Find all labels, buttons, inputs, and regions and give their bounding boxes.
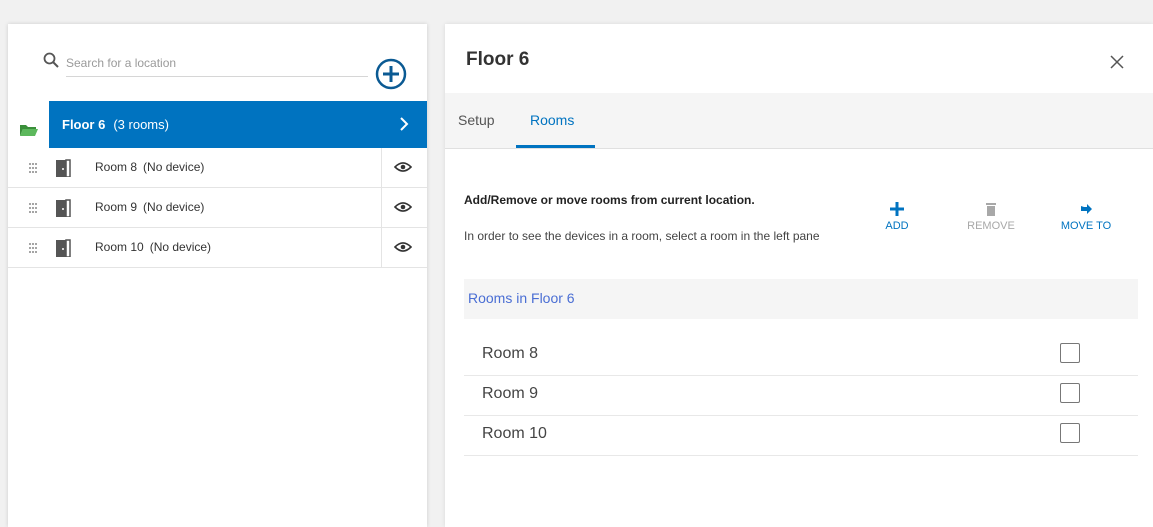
floor-name: Floor 6 xyxy=(62,117,106,132)
drag-handle-icon[interactable] xyxy=(28,202,38,214)
tab-bar: Setup Rooms xyxy=(445,93,1153,149)
floor-room-count: (3 rooms) xyxy=(113,117,169,132)
divider xyxy=(381,228,382,268)
drag-handle-icon[interactable] xyxy=(28,242,38,254)
plus-icon xyxy=(890,202,904,216)
tree-room-name: Room 8 xyxy=(95,160,138,174)
location-tree-panel: Floor 6 (3 rooms) Room 8 (No device) xyxy=(8,24,427,527)
search-row xyxy=(8,24,427,101)
trash-icon xyxy=(986,203,996,216)
move-room-button[interactable]: MOVE TO xyxy=(1051,202,1121,232)
tree-room-row[interactable]: Room 8 (No device) xyxy=(8,148,427,188)
section-help-text: In order to see the devices in a room, s… xyxy=(464,229,820,243)
table-row[interactable]: Room 9 xyxy=(464,376,1138,416)
active-tab-indicator xyxy=(516,145,595,148)
room-checkbox[interactable] xyxy=(1060,343,1080,363)
tree-room-name: Room 9 xyxy=(95,200,138,214)
room-name: Room 9 xyxy=(482,385,539,402)
tree-room-status: (No device) xyxy=(143,160,205,174)
close-icon[interactable] xyxy=(1110,55,1124,69)
panel-title: Floor 6 xyxy=(466,49,530,70)
door-icon xyxy=(56,199,71,217)
room-tree-list: Room 8 (No device) Room 9 (No device) Ro… xyxy=(8,148,427,268)
tree-room-label: Room 10 (No device) xyxy=(95,240,211,254)
room-name: Room 10 xyxy=(482,425,547,442)
tab-rooms[interactable]: Rooms xyxy=(530,112,574,128)
room-checkbox[interactable] xyxy=(1060,423,1080,443)
move-label: MOVE TO xyxy=(1060,220,1112,232)
location-detail-panel: Floor 6 Setup Rooms Add/Remove or move r… xyxy=(445,24,1153,527)
add-label: ADD xyxy=(885,220,909,232)
table-row[interactable]: Room 10 xyxy=(464,416,1138,456)
tree-room-status: (No device) xyxy=(149,240,212,254)
door-icon xyxy=(56,159,71,177)
table-row[interactable]: Room 8 xyxy=(464,336,1138,376)
tab-setup[interactable]: Setup xyxy=(458,112,495,128)
tree-room-status: (No device) xyxy=(143,200,205,214)
rooms-table-header: Rooms in Floor 6 xyxy=(464,279,1138,319)
divider xyxy=(381,188,382,228)
rooms-table: Room 8 Room 9 Room 10 xyxy=(464,336,1138,456)
remove-label: REMOVE xyxy=(967,220,1015,232)
search-input[interactable] xyxy=(66,49,368,77)
eye-icon[interactable] xyxy=(394,241,412,253)
divider xyxy=(381,148,382,188)
drag-handle-icon[interactable] xyxy=(28,162,38,174)
room-name: Room 8 xyxy=(482,345,539,362)
move-arrow-icon xyxy=(1081,204,1092,214)
room-checkbox[interactable] xyxy=(1060,383,1080,403)
chevron-right-icon[interactable] xyxy=(399,116,409,132)
eye-icon[interactable] xyxy=(394,201,412,213)
add-location-button[interactable] xyxy=(374,57,408,91)
section-heading: Add/Remove or move rooms from current lo… xyxy=(464,193,755,207)
eye-icon[interactable] xyxy=(394,161,412,173)
remove-room-button[interactable]: REMOVE xyxy=(964,202,1018,232)
tree-room-row[interactable]: Room 10 (No device) xyxy=(8,228,427,268)
add-room-button[interactable]: ADD xyxy=(877,202,917,232)
floor-row-selected[interactable]: Floor 6 (3 rooms) xyxy=(49,101,427,148)
tree-room-label: Room 8 (No device) xyxy=(95,160,204,174)
folder-open-icon xyxy=(20,125,38,136)
tree-room-name: Room 10 xyxy=(95,240,144,254)
search-icon xyxy=(43,52,59,68)
tree-room-row[interactable]: Room 9 (No device) xyxy=(8,188,427,228)
tree-room-label: Room 9 (No device) xyxy=(95,200,204,214)
door-icon xyxy=(56,239,71,257)
